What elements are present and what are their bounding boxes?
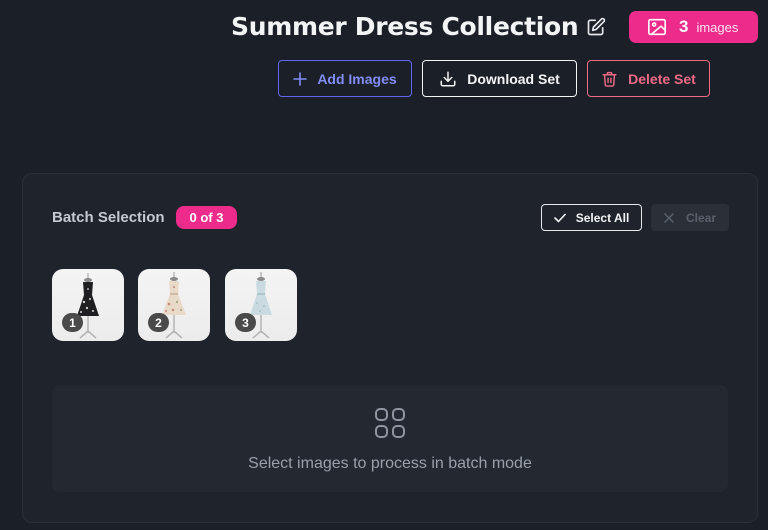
- thumbnail-1[interactable]: 1: [52, 269, 124, 341]
- selection-count-badge: 0 of 3: [176, 206, 237, 229]
- download-set-label: Download Set: [467, 70, 560, 87]
- trash-icon: [602, 71, 617, 87]
- edit-title-button[interactable]: [584, 15, 608, 39]
- image-icon: [648, 18, 666, 36]
- thumbnail-number: 1: [62, 313, 83, 332]
- check-icon: [553, 213, 566, 222]
- download-set-button[interactable]: Download Set: [422, 60, 577, 97]
- dress-image: [250, 272, 272, 339]
- image-count-badge: 3 images: [629, 11, 758, 43]
- thumbnail-number: 3: [235, 313, 256, 332]
- delete-set-button[interactable]: Delete Set: [587, 60, 710, 97]
- thumbnail-number: 2: [148, 313, 169, 332]
- plus-icon: [293, 71, 308, 86]
- select-all-label: Select All: [575, 210, 630, 225]
- batch-selection-heading: Batch Selection: [52, 209, 165, 226]
- batch-empty-state: Select images to process in batch mode: [52, 385, 728, 492]
- select-all-button[interactable]: Select All: [541, 204, 642, 231]
- delete-set-label: Delete Set: [628, 70, 696, 87]
- grid-apps-icon: [375, 408, 405, 438]
- collection-title: Summer Dress Collection: [231, 12, 579, 41]
- clear-label: Clear: [685, 210, 717, 225]
- thumbnail-2[interactable]: 2: [138, 269, 210, 341]
- batch-selection-panel: Batch Selection 0 of 3 Select All Clear: [22, 173, 758, 523]
- close-icon: [664, 212, 674, 223]
- empty-state-text: Select images to process in batch mode: [248, 455, 532, 472]
- image-count-value: 3: [679, 17, 689, 36]
- download-icon: [440, 71, 456, 86]
- thumbnail-3[interactable]: 3: [225, 269, 297, 341]
- add-images-button[interactable]: Add Images: [278, 60, 412, 97]
- image-count-unit: images: [696, 19, 739, 35]
- add-images-label: Add Images: [317, 70, 397, 87]
- dress-image: [162, 272, 186, 339]
- pencil-edit-icon: [587, 17, 606, 36]
- dress-image: [77, 273, 99, 339]
- page: Summer Dress Collection 3 images Add Ima…: [0, 0, 768, 530]
- clear-button[interactable]: Clear: [651, 204, 729, 231]
